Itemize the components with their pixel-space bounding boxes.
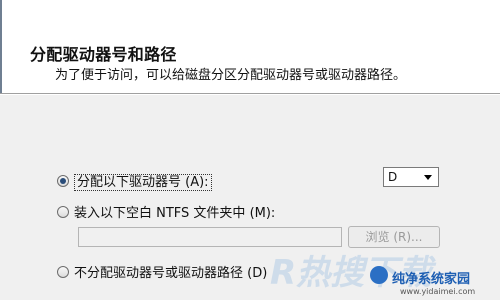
assign-letter-radio[interactable] xyxy=(57,175,69,187)
drive-letter-value: D xyxy=(388,170,398,184)
no-assign-label[interactable]: 不分配驱动器号或驱动器路径 (D) xyxy=(74,262,267,281)
mount-folder-radio[interactable] xyxy=(57,206,69,218)
folder-path-input[interactable] xyxy=(78,227,342,247)
wizard-header: 分配驱动器号和路径 为了便于访问，可以给磁盘分区分配驱动器号或驱动器路径。 xyxy=(0,0,500,93)
no-assign-radio[interactable] xyxy=(57,266,69,278)
chevron-down-icon xyxy=(424,175,432,180)
site-logo-icon xyxy=(370,266,388,284)
page-subtitle: 为了便于访问，可以给磁盘分区分配驱动器号或驱动器路径。 xyxy=(55,68,407,83)
watermark-site-name: 纯净系统家园 xyxy=(392,272,471,287)
drive-letter-select[interactable]: D xyxy=(383,167,439,187)
assign-letter-label-text: 分配以下驱动器号 (A): xyxy=(74,174,212,191)
watermark-site-url: www.yidaimei.com xyxy=(400,287,476,296)
assign-letter-label[interactable]: 分配以下驱动器号 (A): xyxy=(74,171,212,191)
mount-folder-label[interactable]: 装入以下空白 NTFS 文件夹中 (M): xyxy=(74,202,275,221)
page-title: 分配驱动器号和路径 xyxy=(30,45,177,64)
